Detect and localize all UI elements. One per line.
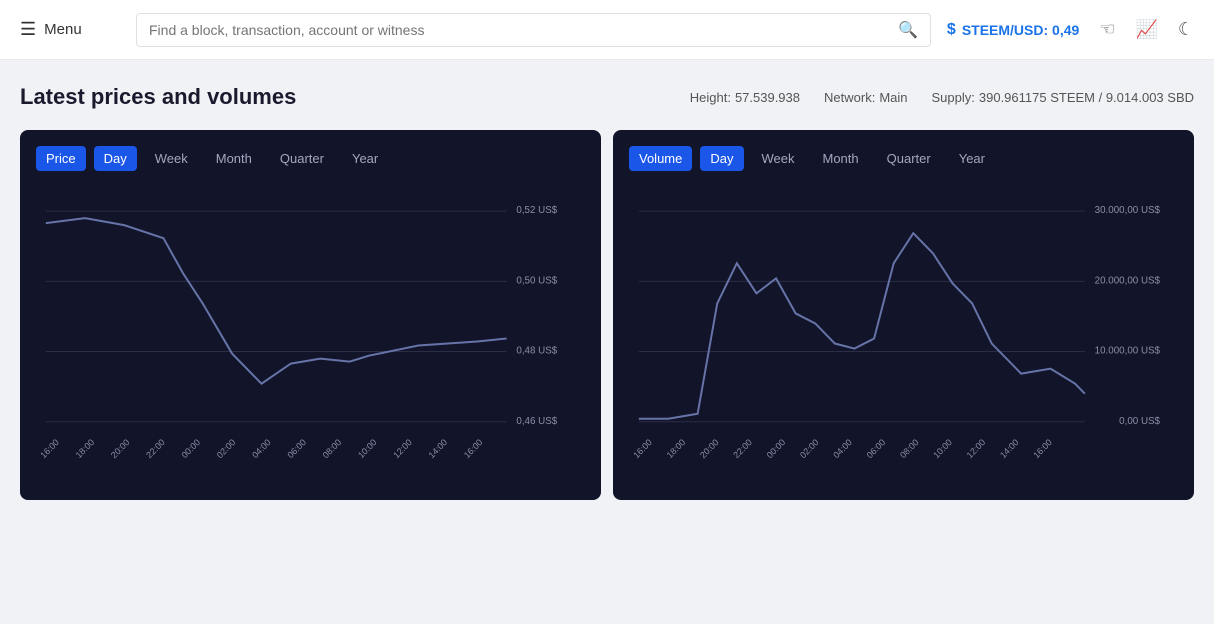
x-label-4: 00:00 xyxy=(180,437,203,460)
price-tab-year[interactable]: Year xyxy=(342,146,388,171)
network-value: Main xyxy=(879,90,907,105)
volume-type-button[interactable]: Volume xyxy=(629,146,692,171)
vx-label-10: 12:00 xyxy=(965,437,988,460)
vx-label-4: 00:00 xyxy=(765,437,788,460)
price-chart-svg: 0,52 US$ 0,50 US$ 0,48 US$ 0,46 US$ 16:0… xyxy=(36,183,585,484)
volume-tab-day[interactable]: Day xyxy=(700,146,743,171)
height-label: Height: xyxy=(690,90,731,105)
page-title: Latest prices and volumes xyxy=(20,84,296,110)
price-y-label-1: 0,52 US$ xyxy=(516,205,557,216)
price-display: $ STEEM/USD: 0,49 xyxy=(947,21,1079,39)
search-bar[interactable]: 🔍 xyxy=(136,13,931,47)
price-chart-card: Price Day Week Month Quarter Year 0,52 U… xyxy=(20,130,601,500)
vx-label-2: 20:00 xyxy=(698,437,721,460)
search-input[interactable] xyxy=(149,22,890,38)
header-right: $ STEEM/USD: 0,49 ☜ 📈 ☾ xyxy=(947,19,1194,40)
price-y-label-2: 0,50 US$ xyxy=(516,275,557,286)
x-label-6: 04:00 xyxy=(250,437,273,460)
vx-label-11: 14:00 xyxy=(998,437,1021,460)
vx-label-12: 16:00 xyxy=(1031,437,1054,460)
vol-y-label-1: 30.000,00 US$ xyxy=(1095,205,1161,216)
moon-icon[interactable]: ☾ xyxy=(1178,19,1194,40)
price-value: STEEM/USD: 0,49 xyxy=(962,22,1079,38)
x-label-12: 16:00 xyxy=(462,437,485,460)
main-header: ☰ Menu 🔍 $ STEEM/USD: 0,49 ☜ 📈 ☾ xyxy=(0,0,1214,60)
x-label-11: 14:00 xyxy=(427,437,450,460)
supply-label: Supply: xyxy=(932,90,975,105)
chart-icon[interactable]: 📈 xyxy=(1135,19,1157,40)
price-tab-week[interactable]: Week xyxy=(145,146,198,171)
vol-y-label-4: 0,00 US$ xyxy=(1119,416,1160,427)
x-label-7: 06:00 xyxy=(285,437,308,460)
menu-section: ☰ Menu xyxy=(20,19,120,40)
x-label-0: 16:00 xyxy=(38,437,61,460)
menu-label[interactable]: Menu xyxy=(44,21,82,38)
volume-tab-month[interactable]: Month xyxy=(813,146,869,171)
hamburger-icon: ☰ xyxy=(20,19,36,40)
price-tab-quarter[interactable]: Quarter xyxy=(270,146,334,171)
dollar-icon: $ xyxy=(947,21,956,39)
volume-tab-year[interactable]: Year xyxy=(949,146,995,171)
x-label-8: 08:00 xyxy=(321,437,344,460)
x-label-3: 22:00 xyxy=(144,437,167,460)
price-y-label-3: 0,48 US$ xyxy=(516,345,557,356)
page-content: Latest prices and volumes Height: 57.539… xyxy=(0,60,1214,524)
network-label: Network: xyxy=(824,90,875,105)
cursor-icon: ☜ xyxy=(1099,19,1115,40)
supply-meta: Supply: 390.961175 STEEM / 9.014.003 SBD xyxy=(932,90,1195,105)
supply-value: 390.961175 STEEM / 9.014.003 SBD xyxy=(979,90,1194,105)
price-chart-area: 0,52 US$ 0,50 US$ 0,48 US$ 0,46 US$ 16:0… xyxy=(36,183,585,484)
x-label-9: 10:00 xyxy=(356,437,379,460)
price-line xyxy=(46,218,507,384)
volume-chart-toolbar: Volume Day Week Month Quarter Year xyxy=(629,146,1178,171)
page-meta: Height: 57.539.938 Network: Main Supply:… xyxy=(690,90,1194,105)
volume-chart-card: Volume Day Week Month Quarter Year 30.00… xyxy=(613,130,1194,500)
volume-tab-quarter[interactable]: Quarter xyxy=(877,146,941,171)
height-meta: Height: 57.539.938 xyxy=(690,90,800,105)
volume-line xyxy=(639,233,1085,419)
page-header: Latest prices and volumes Height: 57.539… xyxy=(20,84,1194,110)
volume-chart-area: 30.000,00 US$ 20.000,00 US$ 10.000,00 US… xyxy=(629,183,1178,484)
vx-label-3: 22:00 xyxy=(731,437,754,460)
vx-label-1: 18:00 xyxy=(665,437,688,460)
vol-y-label-3: 10.000,00 US$ xyxy=(1095,345,1161,356)
price-tab-day[interactable]: Day xyxy=(94,146,137,171)
x-label-5: 02:00 xyxy=(215,437,238,460)
price-tab-month[interactable]: Month xyxy=(206,146,262,171)
price-type-button[interactable]: Price xyxy=(36,146,86,171)
search-icon[interactable]: 🔍 xyxy=(898,20,918,40)
charts-grid: Price Day Week Month Quarter Year 0,52 U… xyxy=(20,130,1194,500)
vx-label-9: 10:00 xyxy=(931,437,954,460)
vx-label-6: 04:00 xyxy=(831,437,854,460)
network-meta: Network: Main xyxy=(824,90,907,105)
vx-label-8: 08:00 xyxy=(898,437,921,460)
x-label-10: 12:00 xyxy=(391,437,414,460)
vx-label-0: 16:00 xyxy=(631,437,654,460)
vx-label-7: 06:00 xyxy=(865,437,888,460)
vol-y-label-2: 20.000,00 US$ xyxy=(1095,275,1161,286)
volume-chart-svg: 30.000,00 US$ 20.000,00 US$ 10.000,00 US… xyxy=(629,183,1178,484)
x-label-1: 18:00 xyxy=(74,437,97,460)
height-value: 57.539.938 xyxy=(735,90,800,105)
x-label-2: 20:00 xyxy=(109,437,132,460)
volume-tab-week[interactable]: Week xyxy=(752,146,805,171)
price-y-label-4: 0,46 US$ xyxy=(516,416,557,427)
price-chart-toolbar: Price Day Week Month Quarter Year xyxy=(36,146,585,171)
vx-label-5: 02:00 xyxy=(798,437,821,460)
